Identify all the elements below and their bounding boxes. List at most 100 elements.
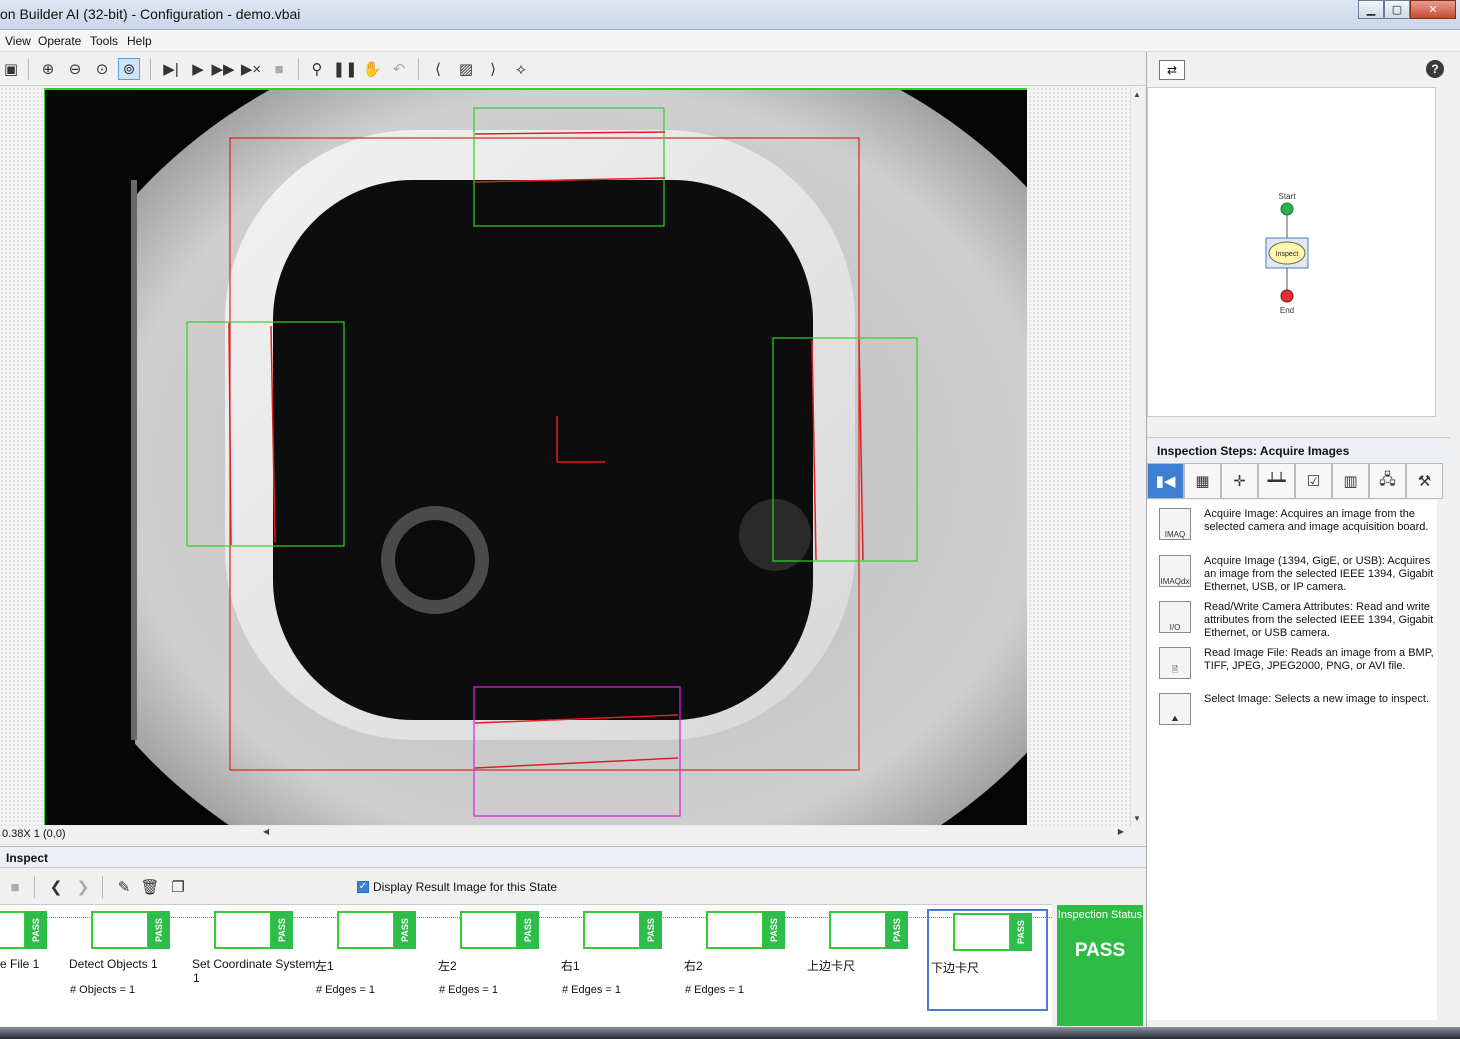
pass-badge: PASS — [1010, 913, 1032, 951]
viewer-horizontal-scrollbar[interactable]: ◀ ▶ — [260, 826, 1130, 840]
viewer-vertical-scrollbar[interactable]: ▲ ▼ — [1130, 87, 1144, 826]
pass-badge: PASS — [271, 911, 293, 949]
start-label: Start — [1279, 192, 1297, 201]
zoom-actual-icon[interactable]: ⊚ — [118, 58, 140, 80]
image-icon[interactable]: ▨ — [455, 58, 477, 80]
menu-help[interactable]: Help — [127, 34, 152, 48]
step-result: # Edges = 1 — [562, 984, 622, 996]
list-item-text: Acquire Image: Acquires an image from th… — [1204, 508, 1429, 533]
copy-icon[interactable]: ❐ — [167, 876, 189, 898]
inspection-steps-title: Inspection Steps: Acquire Images — [1157, 444, 1350, 458]
stop-step-icon[interactable]: ▶× — [240, 58, 262, 80]
opening-region — [273, 180, 813, 720]
display-result-label: Display Result Image for this State — [373, 880, 558, 894]
state-diagram-canvas: Start Inspect End — [1265, 192, 1309, 315]
locate-features-tab[interactable]: ✛ — [1221, 463, 1258, 499]
step-label: 下边卡尺 — [931, 961, 980, 975]
identify-parts-tab[interactable]: ▥ — [1332, 463, 1369, 499]
caliper-icon — [829, 911, 887, 949]
camera-icon: IMAQdx — [1159, 555, 1191, 587]
delete-icon[interactable]: 🗑 — [139, 876, 161, 898]
scroll-up-icon[interactable]: ▲ — [1133, 90, 1141, 99]
left-arrow-icon[interactable]: ⟨ — [427, 58, 449, 80]
run-icon[interactable]: ▶ — [187, 58, 209, 80]
menu-operate[interactable]: Operate — [38, 34, 81, 48]
io-icon: I/O — [1159, 601, 1191, 633]
read-image-file-icon — [0, 911, 26, 949]
inspection-step-list: IMAQ Acquire Image: Acquires an image fr… — [1147, 500, 1437, 1020]
pass-badge: PASS — [763, 911, 785, 949]
pause-icon[interactable]: ❚❚ — [332, 58, 357, 80]
end-node[interactable] — [1280, 289, 1294, 303]
measure-icon[interactable]: ⟡ — [510, 58, 532, 80]
zoom-fit-icon[interactable]: ⊙ — [91, 58, 113, 80]
step-result: # Edges = 1 — [316, 984, 376, 996]
right-arrow-icon[interactable]: ⟩ — [482, 58, 504, 80]
stop-icon[interactable]: ■ — [4, 876, 26, 898]
undo-icon[interactable]: ↶ — [388, 58, 410, 80]
step-label: e File 1 — [0, 957, 40, 971]
hand-icon[interactable]: ✋ — [361, 58, 383, 80]
step-icon[interactable]: ▶| — [160, 58, 182, 80]
select-image-icon: ⛰ — [1159, 693, 1191, 725]
enhance-images-tab[interactable]: ▦ — [1184, 463, 1221, 499]
previous-icon[interactable]: ❮ — [45, 876, 67, 898]
advanced-edge-icon — [460, 911, 518, 949]
save-icon[interactable]: ▣ — [0, 58, 22, 80]
end-label: End — [1280, 306, 1294, 315]
minimize-button[interactable]: ▁ — [1358, 0, 1384, 19]
tools-tab[interactable]: ⚒ — [1406, 463, 1443, 499]
scroll-right-icon[interactable]: ▶ — [1118, 827, 1124, 836]
image-file-icon: 🗎 — [1159, 647, 1191, 679]
inspection-status-value: PASS — [1074, 940, 1126, 961]
step-label: 左2 — [438, 959, 457, 973]
menu-bar: View Operate Tools Help — [0, 30, 1460, 52]
steps-toolbar: ■ ❮ ❯ ✎ 🗑 ❐ — [0, 870, 1146, 904]
zoom-out-icon[interactable]: ⊖ — [64, 58, 86, 80]
check-for-presence-tab[interactable]: ☑ — [1295, 463, 1332, 499]
run-continuous-icon[interactable]: ▶▶ — [211, 58, 234, 80]
use-additional-tools-tab[interactable]: 🖧 — [1369, 463, 1406, 499]
inspection-image[interactable] — [44, 88, 1027, 825]
edit-icon[interactable]: ✎ — [113, 876, 135, 898]
stop-icon[interactable]: ■ — [268, 58, 290, 80]
step-label: 右2 — [684, 959, 703, 973]
menu-view[interactable]: View — [5, 34, 31, 48]
advanced-edge-icon — [337, 911, 395, 949]
advanced-edge-icon — [583, 911, 641, 949]
scroll-left-icon[interactable]: ◀ — [263, 827, 269, 836]
step-label: 左1 — [315, 959, 334, 973]
pass-badge: PASS — [640, 911, 662, 949]
window-controls: ▁ ▢ ✕ — [1358, 0, 1456, 19]
step-label-line2: 1 — [193, 971, 200, 985]
zoom-in-icon[interactable]: ⊕ — [37, 58, 59, 80]
start-node[interactable] — [1280, 202, 1294, 216]
zoom-info: 0.38X 1 (0,0) — [2, 828, 66, 840]
measure-features-tab[interactable]: ┷┷ — [1258, 463, 1295, 499]
toolbar-separator — [102, 876, 103, 898]
list-item-text: Select Image: Selects a new image to ins… — [1204, 693, 1430, 705]
maximize-button[interactable]: ▢ — [1384, 0, 1410, 19]
next-icon[interactable]: ❯ — [72, 876, 94, 898]
state-diagram-icon[interactable]: ⇄ — [1159, 60, 1185, 80]
help-icon[interactable]: ? — [1426, 60, 1444, 78]
acquire-images-tab[interactable]: ▮◀ — [1147, 463, 1184, 499]
advanced-edge-icon — [706, 911, 764, 949]
marker-icon[interactable]: ⚲ — [306, 58, 328, 80]
step-result: # Edges = 1 — [685, 984, 745, 996]
scroll-down-icon[interactable]: ▼ — [1133, 814, 1141, 823]
detect-objects-icon — [91, 911, 149, 949]
window-title: on Builder AI (32-bit) - Configuration -… — [0, 6, 301, 22]
pass-badge: PASS — [517, 911, 539, 949]
camera-icon: IMAQ — [1159, 508, 1191, 540]
toolbar-separator — [298, 58, 299, 80]
menu-tools[interactable]: Tools — [90, 34, 118, 48]
inspect-header: Inspect — [0, 846, 1146, 868]
step-result: # Objects = 1 — [70, 984, 136, 996]
step-bottom-caliper[interactable]: PASS 下边卡尺 — [927, 909, 1048, 1011]
step-label: 上边卡尺 — [807, 959, 856, 973]
inspection-step-tabs: ▮◀ ▦ ✛ ┷┷ ☑ ▥ 🖧 ⚒ — [1147, 463, 1450, 499]
close-button[interactable]: ✕ — [1410, 0, 1456, 19]
list-item-text: Read/Write Camera Attributes: Read and w… — [1204, 601, 1434, 639]
display-result-checkbox[interactable]: ✓ — [357, 881, 369, 893]
